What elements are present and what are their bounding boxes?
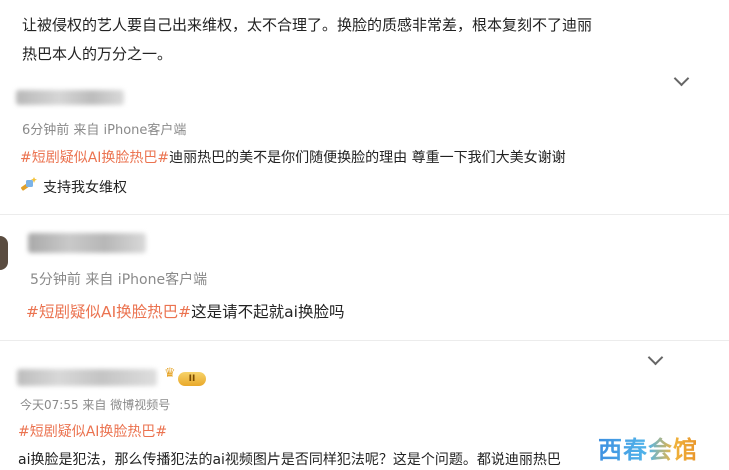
comment-text: #短剧疑似AI换脸热巴#这是请不起就ai换脸吗: [26, 300, 344, 322]
watermark: 西春会馆: [598, 436, 698, 464]
sparkle-hammer-icon: [20, 177, 37, 191]
username-blurred[interactable]: [17, 369, 157, 386]
comment-body: 迪丽热巴的美不是你们随便换脸的理由 尊重一下我们大美女谢谢: [169, 150, 566, 166]
post-text-line-1: 让被侵权的艺人要自己出来维权，太不合理了。换脸的质感非常差，根本复刻不了迪丽: [22, 16, 593, 34]
crown-icon: ♛: [164, 366, 176, 381]
avatar[interactable]: [0, 236, 8, 270]
chevron-down-icon[interactable]: [673, 70, 690, 87]
username-blurred[interactable]: [28, 233, 146, 253]
comment-meta: 今天07:55 来自 微博视频号: [20, 398, 171, 412]
comment-text: #短剧疑似AI换脸热巴#: [18, 421, 167, 441]
comment-meta: 6分钟前 来自 iPhone客户端: [22, 123, 187, 138]
chevron-down-icon[interactable]: [647, 349, 664, 366]
member-level-badge: II: [178, 372, 206, 386]
username-blurred[interactable]: [16, 90, 124, 105]
comment-text-line-2: 支持我女维权: [43, 180, 127, 196]
topic-hashtag-link[interactable]: #短剧疑似AI换脸热巴#: [18, 424, 167, 440]
topic-hashtag-link[interactable]: #短剧疑似AI换脸热巴#: [20, 150, 169, 166]
comment-text-line-2: ai换脸是犯法，那么传播犯法的ai视频图片是否同样犯法呢？这是个问题。都说迪丽热…: [18, 452, 561, 468]
post-text-line-2: 热巴本人的万分之一。: [22, 45, 173, 63]
divider: [0, 214, 729, 215]
comment-text: #短剧疑似AI换脸热巴#迪丽热巴的美不是你们随便换脸的理由 尊重一下我们大美女谢…: [20, 147, 566, 167]
topic-hashtag-link[interactable]: #短剧疑似AI换脸热巴#: [26, 303, 191, 321]
divider: [0, 340, 729, 341]
comment-meta: 5分钟前 来自 iPhone客户端: [30, 272, 208, 288]
comment-body: 这是请不起就ai换脸吗: [191, 303, 345, 321]
